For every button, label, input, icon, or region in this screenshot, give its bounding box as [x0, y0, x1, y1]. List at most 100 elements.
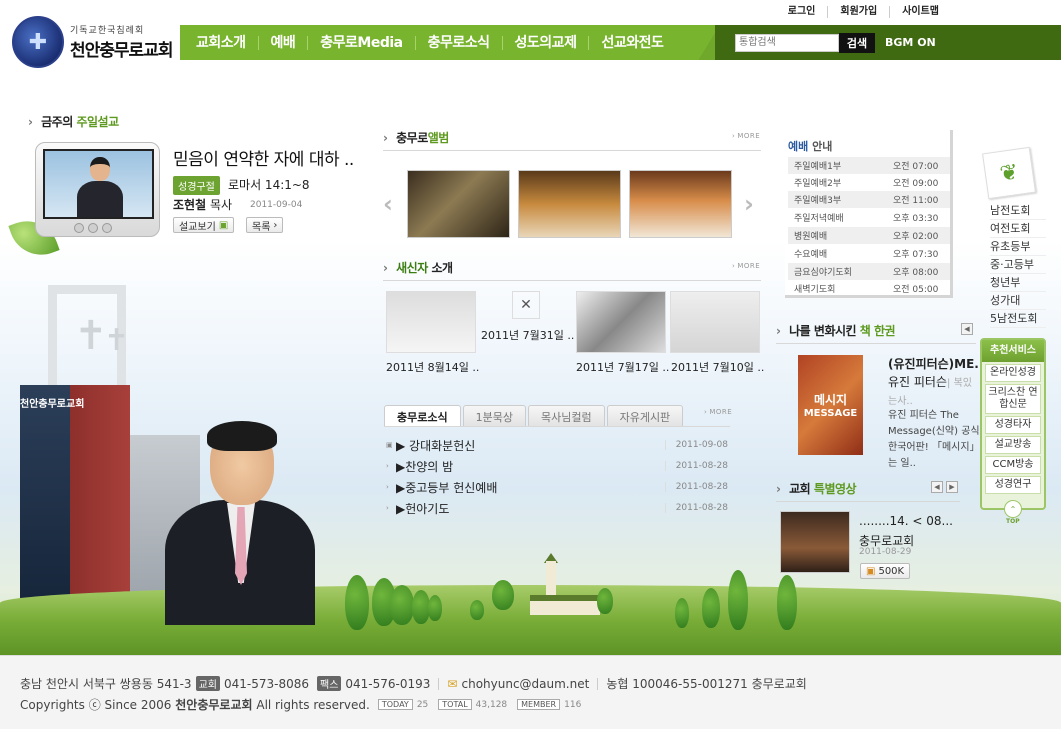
bullet-icon: › [386, 483, 389, 491]
nav-item-fellowship[interactable]: 성도의교제 [501, 35, 589, 50]
quick-item[interactable]: 5남전도회 [990, 311, 1046, 328]
recommend-item[interactable]: 크리스찬 연합신문 [985, 384, 1041, 414]
watch-sermon-button[interactable]: 설교보기 ▣ [173, 217, 235, 233]
book-cover-image[interactable]: 메시지 MESSAGE [798, 355, 863, 455]
album-next-arrow-icon[interactable]: › [744, 190, 754, 218]
quick-item[interactable]: 유초등부 [990, 239, 1046, 256]
footer-email[interactable]: chohyunc@daum.net [461, 677, 589, 691]
nav-item-worship[interactable]: 예배 [257, 35, 308, 50]
tab-news[interactable]: 충무로소식 [384, 405, 461, 427]
recommend-item[interactable]: 온라인성경 [985, 364, 1041, 382]
album-photo[interactable] [407, 170, 510, 238]
site-logo[interactable]: ✚ 기독교한국침례회 천안충무로교회 [12, 14, 182, 70]
divider [383, 280, 761, 281]
divider [776, 343, 976, 344]
bullet-icon: › [386, 504, 389, 512]
worship-row: 수요예배 오후 07:30 [794, 250, 939, 260]
quick-item[interactable]: 성가대 [990, 293, 1046, 310]
worship-schedule: 예배 안내 주일예배1부 오전 07:00 주일예배2부 오전 09:00 주일예배… [785, 130, 953, 298]
news-item[interactable]: ▣ ▶ 강대화분헌신 2011-09-08 [386, 435, 728, 455]
news-item[interactable]: › ▶중고등부 헌신예배 2011-08-28 [386, 477, 728, 497]
tree-icon [428, 595, 442, 621]
tab-column[interactable]: 목사님컬럼 [527, 405, 605, 427]
quick-item[interactable]: 중·고등부 [990, 257, 1046, 274]
pause-icon[interactable] [88, 223, 98, 233]
church-emblem-icon: ✚ [12, 16, 64, 68]
search-input[interactable] [735, 33, 839, 52]
tree-icon [390, 585, 414, 625]
news-item[interactable]: › ▶헌아기도 2011-08-28 [386, 498, 728, 518]
news-item[interactable]: › ▶찬양의 밤 2011-08-28 [386, 456, 728, 476]
album-more-link[interactable]: MORE [732, 132, 760, 140]
quick-item[interactable]: 청년부 [990, 275, 1046, 292]
nav-item-media[interactable]: 충무로Media [307, 35, 414, 50]
nav-item-about[interactable]: 교회소개 [184, 36, 258, 50]
album-prev-arrow-icon[interactable]: ‹ [383, 190, 393, 218]
sermon-title[interactable]: 믿음이 연약한 자에 대하 .. [173, 145, 354, 170]
scripture-reference: 로마서 14:1~8 [228, 178, 310, 192]
divider [383, 150, 761, 151]
building-sign: 천안충무로교회 [20, 399, 85, 410]
sermon-video-player[interactable] [35, 142, 160, 237]
recommend-item[interactable]: 설교방송 [985, 436, 1041, 454]
newcomer-photo[interactable] [576, 291, 666, 353]
book-title[interactable]: (유진피터슨)ME.. [888, 355, 980, 372]
tab-meditation[interactable]: 1분묵상 [462, 405, 526, 427]
video-download-button[interactable]: ▣ 500K [860, 563, 911, 579]
broken-image-icon[interactable]: ✕ [512, 291, 540, 319]
newcomer-photo[interactable] [386, 291, 476, 353]
sitemap-link[interactable]: 사이트맵 [889, 6, 951, 18]
recommend-services: 추천서비스 온라인성경 크리스찬 연합신문 성경타자 설교방송 CCM방송 성경… [980, 338, 1046, 510]
tree-icon [702, 588, 720, 628]
album-photo[interactable] [518, 170, 621, 238]
news-tabs: 충무로소식 1분묵상 목사님컬럼 자유게시판 [384, 405, 684, 427]
recommend-item[interactable]: CCM방송 [985, 456, 1041, 474]
search-button[interactable]: 검색 [839, 32, 875, 53]
tab-free-board[interactable]: 자유게시판 [606, 405, 684, 427]
cross-icon: ✝ [104, 323, 130, 358]
login-link[interactable]: 로그인 [776, 6, 828, 18]
recommend-item[interactable]: 성경타자 [985, 416, 1041, 434]
quick-item[interactable]: 여전도회 [990, 221, 1046, 238]
sermon-list-button[interactable]: 목록 › [246, 217, 284, 233]
newcomer-caption[interactable]: 2011년 7월17일 .. [576, 359, 669, 375]
signup-link[interactable]: 회원가입 [827, 6, 889, 18]
stop-icon[interactable] [102, 223, 112, 233]
quick-item[interactable]: 남전도회 [990, 203, 1046, 220]
building-red [70, 385, 130, 600]
newcomer-caption[interactable]: 2011년 8월14일 .. [386, 359, 479, 375]
recommend-item[interactable]: 성경연구 [985, 476, 1041, 494]
footer: 충남 천안시 서북구 쌍용동 541-3 교회 041-573-8086 팩스 … [0, 655, 1061, 729]
video-title[interactable]: ........14. < 08... [859, 514, 954, 528]
worship-row: 주일저녁예배 오후 03:30 [794, 214, 939, 224]
worship-row: 주일예배2부 오전 09:00 [794, 179, 939, 189]
bgm-toggle[interactable]: BGM ON [885, 36, 936, 49]
sermon-preacher: 조현철 목사 [173, 198, 233, 212]
album-photo[interactable] [629, 170, 732, 238]
play-icon[interactable] [74, 223, 84, 233]
nav-item-mission[interactable]: 선교와전도 [588, 35, 675, 50]
tree-icon [728, 570, 748, 630]
book-prev-icon[interactable]: ◀ [961, 323, 973, 335]
video-thumbnail[interactable] [780, 511, 850, 573]
newcomer-caption[interactable]: 2011년 7월31일 .. [481, 327, 574, 343]
book-description: 유진 피터슨 The Message(신약) 공식 한국어판! 「메시지」는 일… [888, 410, 980, 469]
newcomer-caption[interactable]: 2011년 7월10일 .. [671, 359, 764, 375]
sermon-section-title: 금주의 주일설교 [28, 113, 119, 130]
newcomer-more-link[interactable]: MORE [732, 262, 760, 270]
worship-row: 새벽기도회 오전 05:00 [794, 285, 939, 295]
scripture-badge: 성경구절 [173, 176, 220, 195]
logo-subtitle: 기독교한국침례회 [70, 26, 145, 36]
video-next-icon[interactable]: ▶ [946, 481, 958, 493]
news-more-link[interactable]: MORE [704, 408, 732, 416]
scroll-top-icon[interactable]: ⌃ [1004, 500, 1022, 518]
mail-icon: ✉ [447, 676, 458, 691]
worship-row: 금요심야기도회 오후 08:00 [788, 263, 950, 280]
divider [776, 501, 960, 502]
video-date: 2011-08-29 [859, 547, 912, 557]
video-prev-icon[interactable]: ◀ [931, 481, 943, 493]
newcomer-photo[interactable] [670, 291, 760, 353]
scroll-top-label[interactable]: TOP [1006, 518, 1020, 525]
tree-icon [777, 575, 797, 630]
nav-item-news[interactable]: 충무로소식 [414, 35, 502, 50]
